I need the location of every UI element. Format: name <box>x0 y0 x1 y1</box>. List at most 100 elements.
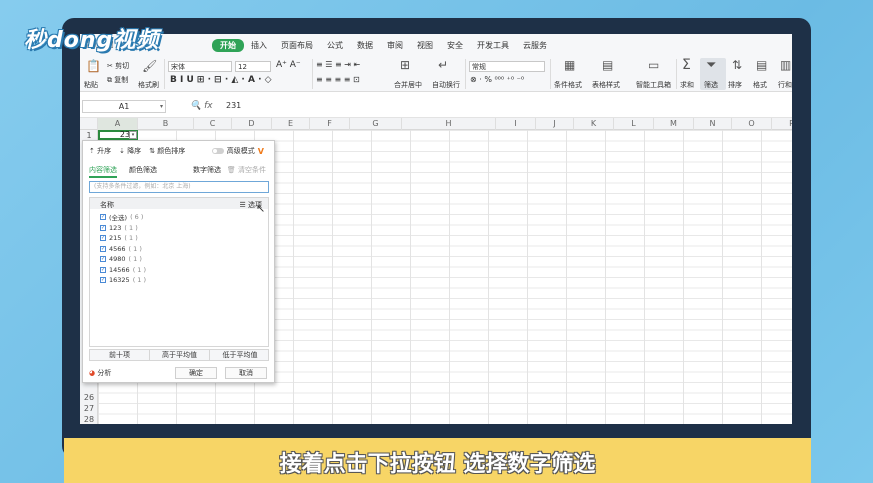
font-size-select[interactable]: 12 <box>235 61 271 72</box>
row-number-28[interactable]: 28 <box>80 414 98 424</box>
merge-button[interactable]: 合并居中 <box>394 80 422 90</box>
checkbox-checked-icon[interactable]: ✓ <box>100 277 106 283</box>
col-header-i[interactable]: I <box>496 118 536 130</box>
format-painter-icon[interactable]: 🖌 <box>142 59 157 73</box>
align-top-buttons[interactable]: ≡ ☰ ≡ ⇥ ⇤ <box>316 60 360 69</box>
tab-color-filter[interactable]: 颜色筛选 <box>129 165 157 175</box>
tab-number-filter[interactable]: 数字筛选 <box>193 165 221 175</box>
analyze-button[interactable]: ◕ 分析 <box>89 368 111 378</box>
number-format-buttons[interactable]: ⊗ · % ⁰⁰⁰ ⁺⁰ ⁻⁰ <box>470 75 524 84</box>
filter-icon[interactable]: ⏷ <box>706 58 716 73</box>
menu-insert[interactable]: 插入 <box>244 40 274 51</box>
filter-button[interactable]: 筛选 <box>704 80 718 90</box>
smart-toolbox-button[interactable]: 智能工具箱 <box>636 80 671 90</box>
list-item[interactable]: ✓ 14566 ( 1 ) <box>100 265 146 275</box>
list-item[interactable]: ✓ 123 ( 1 ) <box>100 223 138 233</box>
copy-button[interactable]: ⧉ 复制 <box>107 75 128 85</box>
cell-a1[interactable]: 23 ▾ <box>98 130 138 140</box>
menu-security[interactable]: 安全 <box>440 40 470 51</box>
col-header-e[interactable]: E <box>272 118 310 130</box>
rowcol-button[interactable]: 行和 <box>778 80 792 90</box>
filter-dropdown-button[interactable]: ▾ <box>129 131 137 139</box>
fx-icon[interactable]: 🔍 fx <box>190 101 213 111</box>
list-item-select-all[interactable]: ✓ (全选) ( 6 ) <box>100 212 143 222</box>
list-item[interactable]: ✓ 215 ( 1 ) <box>100 233 138 243</box>
smart-toolbox-icon[interactable]: ▭ <box>648 58 659 72</box>
menu-cloud[interactable]: 云服务 <box>516 40 554 51</box>
format-icon[interactable]: ▤ <box>756 58 767 72</box>
font-style-buttons[interactable]: B I U ⊞ · ⊟ · ◭ · A · ◇ <box>170 75 272 85</box>
filter-search-input[interactable]: (支持多条件过滤，例如：北京 上海) <box>89 181 269 193</box>
cancel-button[interactable]: 取消 <box>225 367 267 379</box>
formula-input[interactable]: 231 <box>226 101 241 110</box>
advanced-mode[interactable]: 高级模式 V <box>211 146 264 156</box>
tab-content-filter[interactable]: 内容筛选 <box>89 165 117 178</box>
format-button[interactable]: 格式 <box>753 80 767 90</box>
col-header-c[interactable]: C <box>194 118 232 130</box>
col-header-b[interactable]: B <box>138 118 194 130</box>
checkbox-checked-icon[interactable]: ✓ <box>100 256 106 262</box>
wrap-icon[interactable]: ↵ <box>438 58 448 72</box>
advanced-toggle[interactable] <box>211 148 224 154</box>
chevron-down-icon[interactable]: ▾ <box>160 101 163 113</box>
col-header-o[interactable]: O <box>732 118 772 130</box>
name-box[interactable]: A1 ▾ <box>82 100 166 113</box>
align-bottom-buttons[interactable]: ≡ ≡ ≡ ≡ ⊡ <box>316 75 360 84</box>
cut-button[interactable]: ✂ 剪切 <box>107 61 129 71</box>
col-header-m[interactable]: M <box>654 118 694 130</box>
list-item[interactable]: ✓ 16325 ( 1 ) <box>100 275 146 285</box>
col-header-p[interactable]: P <box>772 118 792 130</box>
col-header-n[interactable]: N <box>694 118 732 130</box>
checkbox-checked-icon[interactable]: ✓ <box>100 235 106 241</box>
conditional-format-button[interactable]: 条件格式 <box>554 80 582 90</box>
sum-icon[interactable]: Σ <box>682 57 691 73</box>
select-all-corner[interactable] <box>80 118 98 130</box>
col-header-h[interactable]: H <box>402 118 496 130</box>
menu-home[interactable]: 开始 <box>212 38 244 52</box>
checkbox-checked-icon[interactable]: ✓ <box>100 266 106 273</box>
number-format-select[interactable]: 常规 <box>469 61 545 72</box>
below-average-button[interactable]: 低于平均值 <box>210 350 270 361</box>
sort-icon[interactable]: ⇅ <box>732 58 742 72</box>
font-select[interactable]: 宋体 <box>168 61 232 72</box>
checkbox-checked-icon[interactable]: ✓ <box>100 245 106 252</box>
checkbox-checked-icon[interactable]: ✓ <box>100 214 106 220</box>
row-number-26[interactable]: 26 <box>80 392 98 403</box>
col-header-l[interactable]: L <box>614 118 654 130</box>
conditional-format-icon[interactable]: ▦ <box>564 58 575 72</box>
col-header-a[interactable]: A <box>98 118 138 130</box>
ok-button[interactable]: 确定 <box>175 367 217 379</box>
sort-button[interactable]: 排序 <box>728 80 742 90</box>
menu-formula[interactable]: 公式 <box>320 40 350 51</box>
menu-page-layout[interactable]: 页面布局 <box>274 40 320 51</box>
list-item[interactable]: ✓ 4566 ( 1 ) <box>100 244 142 254</box>
above-average-button[interactable]: 高于平均值 <box>150 350 210 361</box>
list-item[interactable]: ✓ 4980 ( 1 ) <box>100 254 142 264</box>
paste-button[interactable]: 粘贴 <box>84 80 98 90</box>
format-painter-button[interactable]: 格式刷 <box>138 80 159 90</box>
sort-color-button[interactable]: ⇅ 颜色排序 <box>149 146 185 156</box>
menu-data[interactable]: 数据 <box>350 40 380 51</box>
merge-icon[interactable]: ⊞ <box>400 58 410 72</box>
wrap-button[interactable]: 自动换行 <box>432 80 460 90</box>
sort-desc-button[interactable]: ⇣ 降序 <box>119 146 141 156</box>
table-style-icon[interactable]: ▤ <box>602 58 613 72</box>
checkbox-checked-icon[interactable]: ✓ <box>100 224 106 231</box>
col-header-d[interactable]: D <box>232 118 272 130</box>
paste-icon[interactable]: 📋 <box>86 59 101 73</box>
col-header-g[interactable]: G <box>350 118 402 130</box>
row-number-27[interactable]: 27 <box>80 403 98 414</box>
clear-conditions-button[interactable]: 🗑 清空条件 <box>227 165 266 175</box>
font-grow-shrink[interactable]: A⁺ A⁻ <box>276 60 301 70</box>
table-style-button[interactable]: 表格样式 <box>592 80 620 90</box>
top10-button[interactable]: 前十项 <box>90 350 150 361</box>
col-header-j[interactable]: J <box>536 118 574 130</box>
col-header-k[interactable]: K <box>574 118 614 130</box>
menu-review[interactable]: 审阅 <box>380 40 410 51</box>
col-header-f[interactable]: F <box>310 118 350 130</box>
menu-developer[interactable]: 开发工具 <box>470 40 516 51</box>
rowcol-icon[interactable]: ▥ <box>780 58 791 72</box>
sum-button[interactable]: 求和 <box>680 80 694 90</box>
sort-asc-button[interactable]: ⇡ 升序 <box>89 146 111 156</box>
menu-view[interactable]: 视图 <box>410 40 440 51</box>
